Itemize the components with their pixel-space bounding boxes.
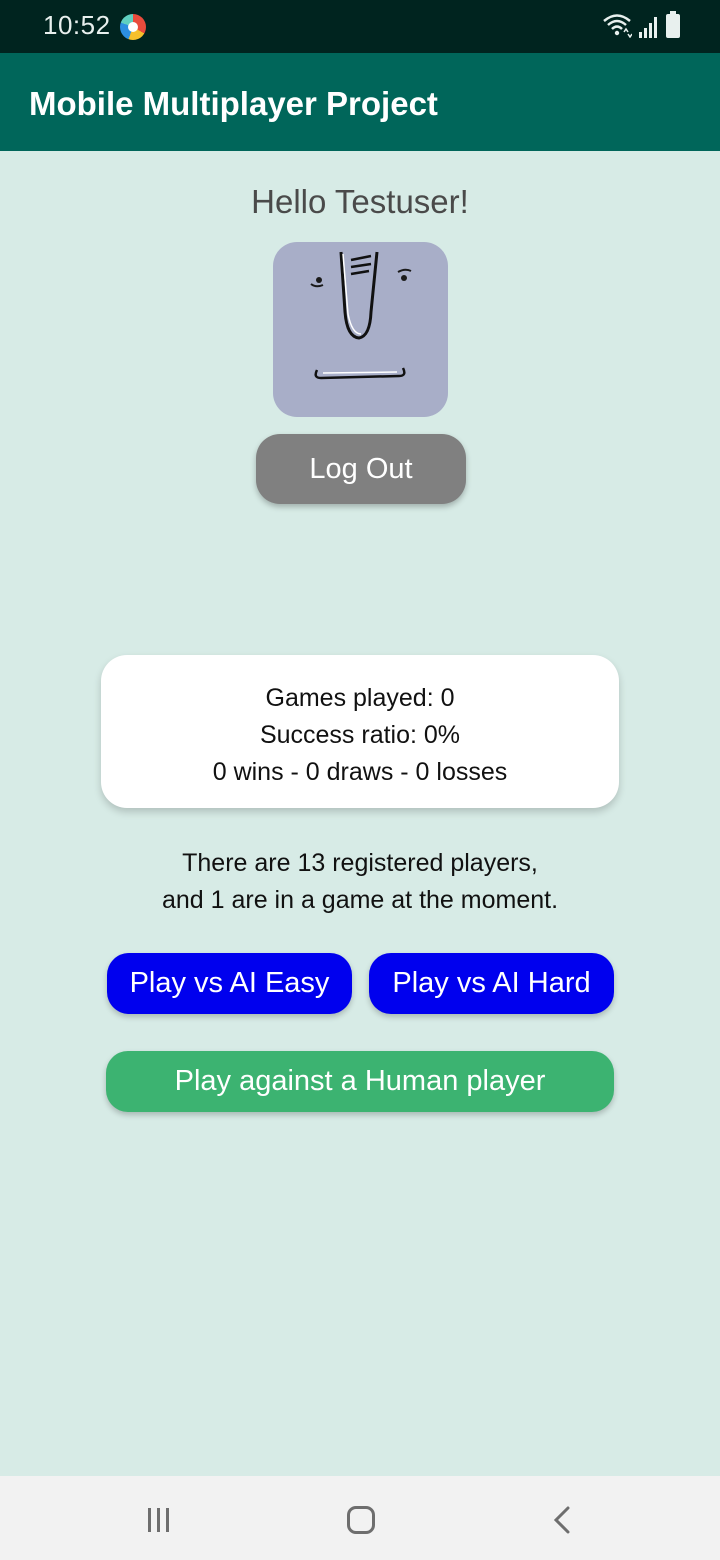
- app-bar: Mobile Multiplayer Project: [0, 53, 720, 151]
- record-text: 0 wins - 0 draws - 0 losses: [212, 758, 508, 786]
- play-ai-hard-button[interactable]: Play vs AI Hard: [369, 953, 614, 1014]
- signal-icon: [639, 17, 657, 38]
- wifi-icon: [603, 14, 632, 38]
- logout-button[interactable]: Log Out: [256, 434, 466, 504]
- stats-card: Games played: 0 Success ratio: 0% 0 wins…: [101, 655, 619, 808]
- status-icons: [602, 11, 680, 38]
- avatar-face-icon: [310, 251, 412, 380]
- recents-icon[interactable]: [146, 1508, 172, 1532]
- battery-icon: [666, 11, 680, 38]
- status-time: 10:52: [43, 10, 111, 40]
- back-icon[interactable]: [552, 1506, 572, 1534]
- greeting: Hello Testuser!: [251, 183, 469, 220]
- home-icon[interactable]: [347, 1506, 375, 1534]
- players-info: There are 13 registered players, and 1 a…: [0, 845, 720, 919]
- play-ai-easy-button[interactable]: Play vs AI Easy: [107, 953, 352, 1014]
- players-info-line-1: There are 13 registered players,: [182, 849, 538, 877]
- app-title: Mobile Multiplayer Project: [29, 85, 438, 122]
- app-notification-icon: [120, 14, 146, 40]
- play-human-button[interactable]: Play against a Human player: [106, 1051, 614, 1112]
- avatar: [273, 242, 448, 417]
- success-ratio-text: Success ratio: 0%: [259, 721, 461, 749]
- players-info-line-2: and 1 are in a game at the moment.: [161, 886, 559, 914]
- status-bar: 10:52: [0, 0, 720, 53]
- games-played-text: Games played: 0: [265, 684, 455, 712]
